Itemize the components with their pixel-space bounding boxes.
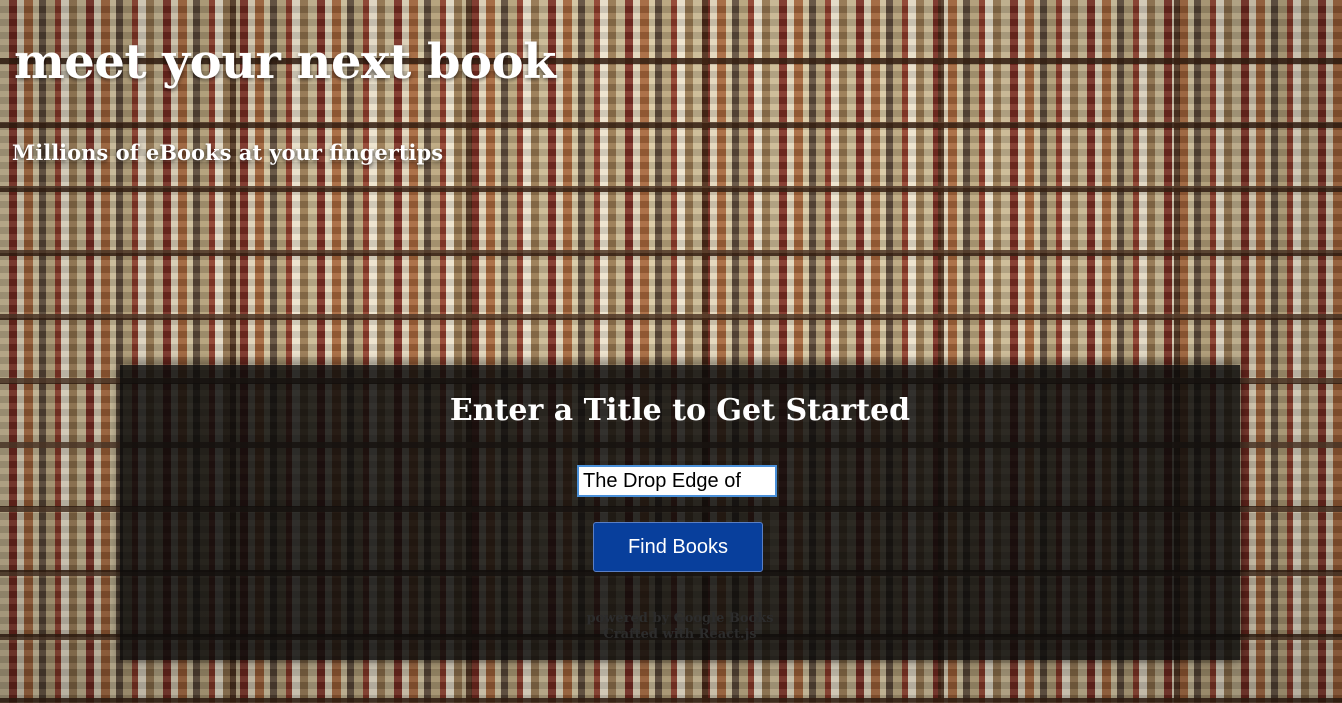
search-heading: Enter a Title to Get Started	[449, 393, 911, 428]
hero-subtitle: Millions of eBooks at your fingertips	[12, 140, 444, 165]
title-search-input[interactable]	[577, 465, 777, 497]
crafted-with-text: Crafted with React.js	[603, 627, 757, 642]
search-panel: Enter a Title to Get Started Find Books …	[120, 365, 1240, 660]
hero-title: meet your next book	[14, 34, 556, 90]
footer-credits: powered by Google Books Crafted with Rea…	[120, 611, 1240, 643]
powered-by-text: powered by Google Books	[586, 611, 774, 626]
find-books-button[interactable]: Find Books	[593, 522, 763, 572]
